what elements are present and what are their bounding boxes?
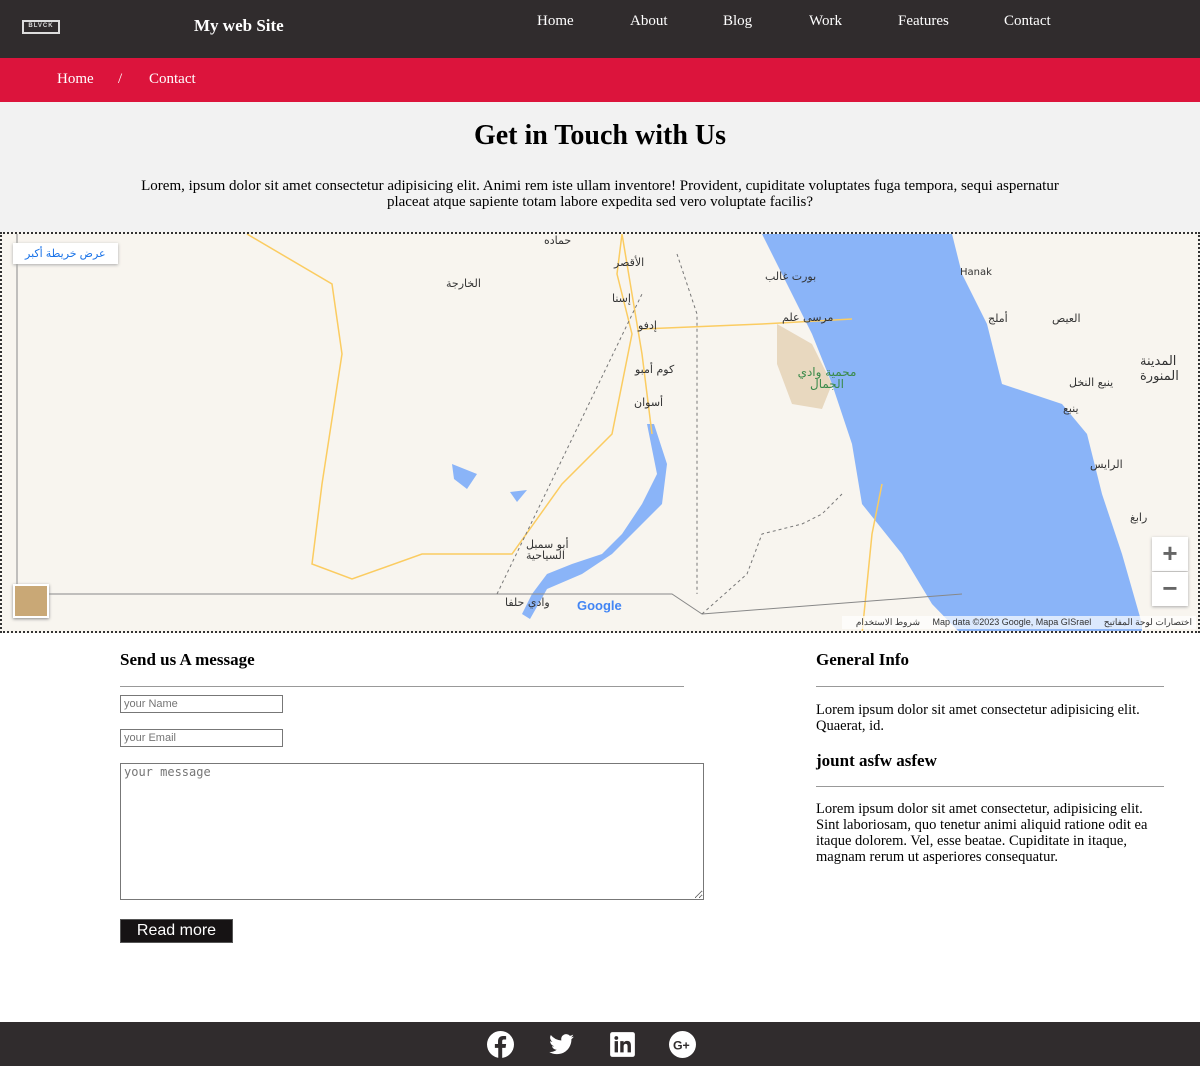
info-subtitle: jount asfw asfew (816, 751, 937, 770)
divider (816, 786, 1164, 787)
view-larger-map-link[interactable]: عرض خريطة أكبر (13, 243, 118, 264)
info-subtext: Lorem ipsum dolor sit amet consectetur, … (816, 801, 1148, 865)
general-info-text: Lorem ipsum dolor sit amet consectetur a… (816, 702, 1140, 734)
map-label: وادي حلفا (505, 596, 550, 609)
message-textarea[interactable] (120, 763, 704, 900)
brand-logo[interactable]: BLVCK (22, 20, 60, 34)
hero-text: Lorem, ipsum dolor sit amet consectetur … (141, 178, 1059, 210)
svg-text:G+: G+ (673, 1039, 690, 1053)
oasis-lakes (452, 464, 527, 502)
nav-about[interactable]: About (630, 13, 668, 30)
divider (816, 686, 1164, 687)
email-input[interactable] (120, 729, 283, 747)
roads (246, 234, 633, 580)
map-label: رابغ (1130, 511, 1148, 524)
facebook-icon[interactable] (487, 1031, 514, 1058)
keyboard-shortcuts-link[interactable]: اختصارات لوحة المفاتيح (1104, 617, 1192, 627)
read-more-button[interactable]: Read more (120, 919, 233, 943)
map-data-text: Map data ©2023 Google, Mapa GISrael (932, 617, 1092, 627)
nav-blog[interactable]: Blog (723, 13, 752, 30)
twitter-icon[interactable] (548, 1031, 575, 1058)
nav-work[interactable]: Work (809, 13, 842, 30)
site-title: My web Site (194, 16, 284, 35)
google-logo: Google (577, 598, 622, 613)
nav-features[interactable]: Features (898, 13, 949, 30)
google-plus-icon[interactable]: G+ (669, 1031, 696, 1058)
page-title: Get in Touch with Us (473, 120, 727, 151)
map-label: إسنا (612, 292, 631, 305)
name-input[interactable] (120, 695, 283, 713)
map-label: إدفو (638, 319, 657, 332)
zoom-out-button[interactable]: − (1152, 572, 1188, 606)
map-attribution: شروط الاستخدام Map data ©2023 Google, Ma… (841, 616, 1196, 629)
form-title: Send us A message (120, 650, 255, 669)
map-canvas[interactable] (2, 234, 1200, 633)
google-map[interactable]: الخارجة الأقصر إسنا إدفو كوم أمبو أسوان … (0, 232, 1200, 633)
satellite-toggle[interactable] (13, 584, 49, 618)
footer: G+ (0, 1022, 1200, 1066)
breadcrumb-home[interactable]: Home (57, 71, 94, 88)
map-label: بورت غالب (765, 270, 817, 283)
map-label: ينبع النخل (1069, 376, 1114, 389)
red-sea (762, 234, 1142, 631)
general-info-title: General Info (816, 650, 910, 669)
linkedin-icon[interactable] (609, 1031, 636, 1058)
terms-link[interactable]: شروط الاستخدام (856, 617, 920, 627)
breadcrumb-separator: / (118, 71, 123, 87)
zoom-in-button[interactable]: + (1152, 537, 1188, 571)
map-label: محمية وادي الجمال (797, 365, 857, 391)
map-label: ينبع (1063, 402, 1079, 415)
map-label: أملج (988, 312, 1008, 325)
map-label: العيص (1052, 312, 1081, 325)
map-label: حماده (544, 234, 572, 247)
divider (120, 686, 684, 687)
map-label: أبو سمبل السياحية (526, 538, 569, 562)
nav-home[interactable]: Home (537, 13, 574, 30)
map-label: المدينة المنورة (1140, 354, 1179, 384)
breadcrumb: Home / Contact (0, 58, 1200, 102)
map-label: كوم أمبو (635, 363, 675, 376)
map-label: الرايس (1090, 458, 1123, 471)
map-label: الخارجة (446, 277, 481, 290)
map-label: Hanak (960, 267, 992, 278)
map-label: الأقصر (614, 256, 645, 269)
lake-nasser (522, 424, 667, 619)
map-label: أسوان (634, 396, 664, 409)
top-navbar: BLVCK My web Site Home About Blog Work F… (0, 0, 1200, 58)
nav-contact[interactable]: Contact (1004, 13, 1051, 30)
breadcrumb-current: Contact (149, 71, 196, 87)
hero-section: Get in Touch with Us Lorem, ipsum dolor … (0, 102, 1200, 232)
map-label: مرسى علم (782, 311, 834, 324)
